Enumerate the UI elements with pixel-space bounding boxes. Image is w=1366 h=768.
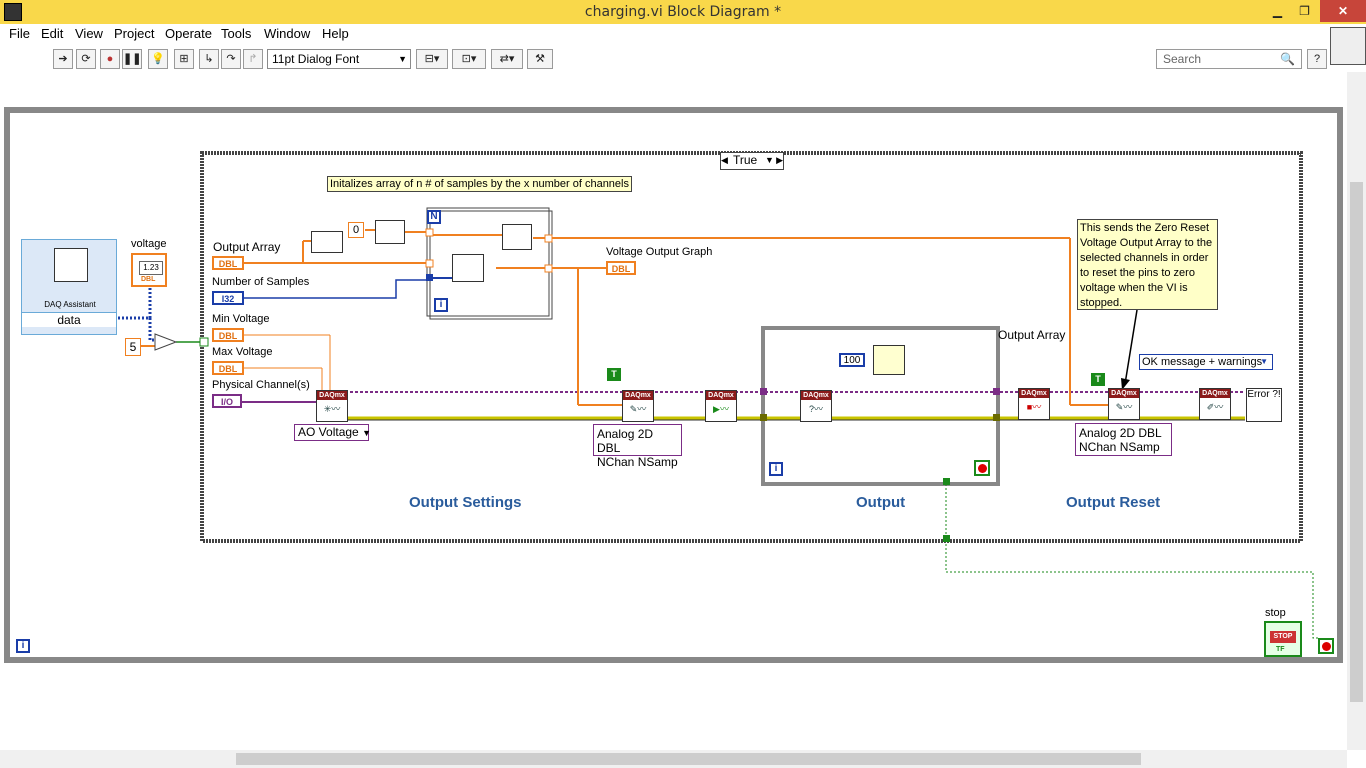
abort-icon[interactable]: ● [100, 49, 120, 69]
search-icon[interactable]: 🔍 [1280, 50, 1295, 68]
close-button[interactable]: ✕ [1320, 0, 1366, 22]
daqmx-stop-task-icon[interactable]: DAQmx ■〰 [1018, 388, 1050, 420]
daqmx-is-task-done-icon[interactable]: DAQmx ?〰 [800, 390, 832, 422]
step-over-icon[interactable]: ↷ [221, 49, 241, 69]
physical-channels-control[interactable]: I/O [212, 394, 242, 408]
true-constant-1[interactable]: T [607, 368, 621, 381]
retain-wire-values-icon[interactable]: ⊞ [174, 49, 194, 69]
iteration-terminal-for: i [434, 298, 448, 312]
font-select[interactable]: 11pt Dialog Font ▼ [267, 49, 411, 69]
inner-loop-stop-condition-icon[interactable] [974, 460, 990, 476]
step-into-icon[interactable]: ↳ [199, 49, 219, 69]
title-bar: charging.vi Block Diagram * ▁ ❐ ✕ [0, 0, 1366, 24]
reorder-icon[interactable]: ⇄▾ [491, 49, 523, 69]
menu-operate[interactable]: Operate [165, 26, 212, 41]
analog-2d-selector-2[interactable]: Analog 2D DBL NChan NSamp [1075, 423, 1172, 456]
output-array-control[interactable]: DBL [212, 256, 244, 270]
menu-view[interactable]: View [75, 26, 103, 41]
daqmx-write-reset-icon[interactable]: DAQmx ✎〰 [1108, 388, 1140, 420]
daqmx-write-icon[interactable]: DAQmx ✎〰 [622, 390, 654, 422]
window-title: charging.vi Block Diagram * [584, 4, 782, 20]
initialize-array-icon[interactable] [311, 231, 343, 253]
horizontal-scrollbar[interactable] [0, 750, 1347, 768]
constant-five[interactable]: 5 [125, 338, 141, 356]
constant-hundred[interactable]: 100 [839, 353, 865, 367]
count-terminal[interactable]: N [427, 210, 441, 224]
daqmx-clear-task-icon[interactable]: DAQmx ✐〰 [1199, 388, 1231, 420]
vertical-scrollbar[interactable] [1347, 72, 1366, 750]
wait-ms-icon[interactable] [873, 345, 905, 375]
menu-file[interactable]: File [9, 26, 30, 41]
case-dropdown-icon[interactable]: ▼ [765, 153, 774, 167]
daqmx-start-task-icon[interactable]: DAQmx ▶〰 [705, 390, 737, 422]
daq-assistant-icon [54, 248, 88, 282]
voltage-indicator[interactable]: 1.23 DBL [131, 253, 167, 287]
pause-icon[interactable]: ❚❚ [122, 49, 142, 69]
constant-zero[interactable]: 0 [348, 222, 364, 238]
run-continuously-icon[interactable]: ⟳ [76, 49, 96, 69]
menu-help[interactable]: Help [322, 26, 349, 41]
case-left-arrow-icon[interactable]: ◀ [721, 153, 728, 167]
menu-tools[interactable]: Tools [221, 26, 251, 41]
ok-message-selector[interactable]: OK message + warnings ▼ [1139, 354, 1273, 370]
section-output-reset: Output Reset [1066, 494, 1161, 511]
horizontal-scroll-thumb[interactable] [236, 753, 1141, 765]
restore-button[interactable]: ❐ [1291, 0, 1318, 22]
true-constant-2[interactable]: T [1091, 373, 1105, 386]
block-diagram: ◀ True ▼ ▶ Initalizes array of n # of sa… [0, 72, 1347, 750]
minimize-button[interactable]: ▁ [1264, 0, 1291, 22]
align-objects-icon[interactable]: ⊟▾ [416, 49, 448, 69]
iteration-terminal-outer: i [16, 639, 30, 653]
vi-icon[interactable] [1330, 27, 1366, 65]
vertical-scroll-thumb[interactable] [1350, 182, 1363, 702]
analog-2d-selector-1[interactable]: Analog 2D DBL NChan NSamp [593, 424, 682, 469]
build-array-icon[interactable] [375, 220, 405, 244]
highlight-execution-icon[interactable]: 💡 [148, 49, 168, 69]
comment-box: Initalizes array of n # of samples by th… [327, 176, 632, 192]
menu-edit[interactable]: Edit [41, 26, 63, 41]
max-voltage-control[interactable]: DBL [212, 361, 244, 375]
daq-assistant[interactable]: DAQ Assistant data [21, 239, 117, 335]
case-selector[interactable]: ◀ True ▼ ▶ [720, 152, 784, 170]
outer-loop-stop-condition-icon[interactable] [1318, 638, 1334, 654]
cleanup-diagram-icon[interactable]: ⚒ [527, 49, 553, 69]
iteration-terminal-inner: i [769, 462, 783, 476]
section-output-settings: Output Settings [409, 494, 522, 511]
ao-voltage-selector[interactable]: AO Voltage ▼ [294, 424, 371, 441]
daqmx-create-channel-icon[interactable]: DAQmx ✳〰 [316, 390, 348, 422]
replace-subset-icon[interactable] [452, 254, 484, 282]
distribute-objects-icon[interactable]: ⊡▾ [452, 49, 486, 69]
menu-project[interactable]: Project [114, 26, 154, 41]
section-output: Output [856, 494, 906, 511]
help-icon[interactable]: ? [1307, 49, 1327, 69]
simple-error-handler-icon[interactable]: Error ?! [1246, 388, 1282, 422]
case-right-arrow-icon[interactable]: ▶ [776, 153, 783, 167]
reset-note: This sends the Zero Reset Voltage Output… [1077, 219, 1218, 310]
search-input[interactable]: Search 🔍 [1156, 49, 1302, 69]
number-of-samples-control[interactable]: I32 [212, 291, 244, 305]
menu-window[interactable]: Window [264, 26, 310, 41]
stop-button[interactable]: STOP TF [1264, 621, 1302, 657]
build-array-2-icon[interactable] [502, 224, 532, 250]
step-out-icon[interactable]: ↱ [243, 49, 263, 69]
wires [4, 107, 1343, 663]
voltage-output-graph-indicator[interactable]: DBL [606, 261, 636, 275]
run-arrow-icon[interactable]: ➔ [53, 49, 73, 69]
min-voltage-control[interactable]: DBL [212, 328, 244, 342]
menu-bar: File Edit View Project Operate Tools Win… [0, 24, 1366, 44]
